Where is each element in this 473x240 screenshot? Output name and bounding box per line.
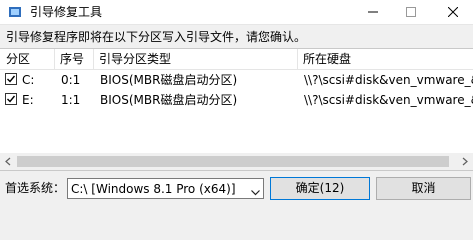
column-header-disk[interactable]: 所在硬盘 <box>303 51 351 67</box>
close-icon <box>448 7 458 17</box>
column-divider[interactable] <box>54 49 55 69</box>
scroll-right-button[interactable] <box>456 153 473 170</box>
scroll-left-button[interactable] <box>0 153 17 170</box>
column-header-index[interactable]: 序号 <box>60 51 84 67</box>
checkmark-icon <box>7 75 16 83</box>
chevron-down-icon <box>251 185 260 199</box>
close-button[interactable] <box>438 0 468 24</box>
horizontal-scrollbar[interactable] <box>0 153 473 170</box>
column-header-partition[interactable]: 分区 <box>6 51 30 67</box>
row-checkbox[interactable] <box>5 93 17 105</box>
column-divider[interactable] <box>297 49 298 69</box>
title-bar[interactable]: 引导修复工具 <box>0 0 473 25</box>
partition-cell: E: <box>22 93 34 107</box>
type-cell: BIOS(MBR磁盘启动分区) <box>100 73 238 87</box>
scroll-left-icon <box>5 157 11 166</box>
scroll-right-icon <box>462 157 468 166</box>
column-divider[interactable] <box>93 49 94 69</box>
maximize-button[interactable] <box>396 0 426 24</box>
instruction-text: 引导修复程序即将在以下分区写入引导文件，请您确认。 <box>6 30 307 44</box>
preferred-system-select[interactable]: C:\ [Windows 8.1 Pro (x64)] <box>67 178 264 199</box>
confirm-button[interactable]: 确定(12) <box>270 177 370 200</box>
minimize-button[interactable] <box>358 0 388 24</box>
column-header-type[interactable]: 引导分区类型 <box>99 51 171 67</box>
list-header: 分区 序号 引导分区类型 所在硬盘 <box>0 49 473 70</box>
row-checkbox[interactable] <box>5 73 17 85</box>
table-row[interactable]: C: 0:1 BIOS(MBR磁盘启动分区) \\?\scsi#disk&ven… <box>0 70 473 90</box>
disk-cell: \\?\scsi#disk&ven_vmware_& <box>304 93 473 107</box>
minimize-icon <box>368 11 378 13</box>
app-icon <box>8 5 22 19</box>
window-title: 引导修复工具 <box>30 5 103 19</box>
partition-list[interactable]: 分区 序号 引导分区类型 所在硬盘 C: 0:1 BIOS(MBR磁盘启动分区)… <box>0 48 473 171</box>
preferred-system-value: C:\ [Windows 8.1 Pro (x64)] <box>71 182 236 196</box>
partition-cell: C: <box>22 73 35 87</box>
index-cell: 1:1 <box>61 93 81 107</box>
disk-cell: \\?\scsi#disk&ven_vmware_& <box>304 73 473 87</box>
table-row[interactable]: E: 1:1 BIOS(MBR磁盘启动分区) \\?\scsi#disk&ven… <box>0 90 473 110</box>
preferred-system-label: 首选系统： <box>5 181 66 195</box>
checkmark-icon <box>7 95 16 103</box>
maximize-icon <box>406 7 416 17</box>
cancel-button[interactable]: 取消 <box>376 177 471 200</box>
index-cell: 0:1 <box>61 73 81 87</box>
type-cell: BIOS(MBR磁盘启动分区) <box>100 93 238 107</box>
repair-tool-window: 引导修复工具 引导修复程序即将在以下分区写入引导文件，请您确认。 分区 序号 引… <box>0 0 473 203</box>
scroll-thumb[interactable] <box>17 156 449 167</box>
